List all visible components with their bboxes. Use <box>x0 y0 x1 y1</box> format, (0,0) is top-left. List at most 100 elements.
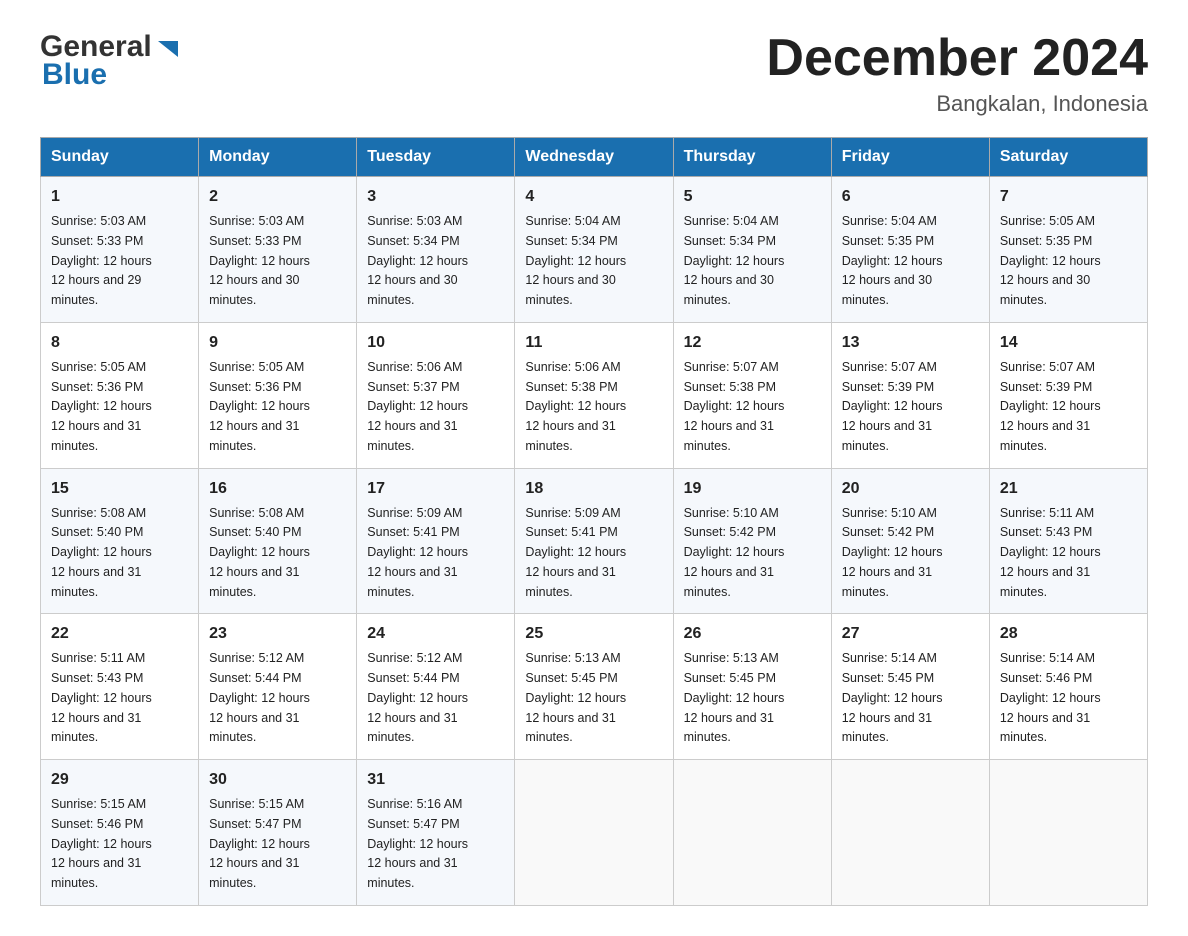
calendar-cell: 18 Sunrise: 5:09 AMSunset: 5:41 PMDaylig… <box>515 468 673 614</box>
day-number: 6 <box>842 185 979 209</box>
day-number: 18 <box>525 477 662 501</box>
day-number: 8 <box>51 331 188 355</box>
day-info: Sunrise: 5:13 AMSunset: 5:45 PMDaylight:… <box>684 651 785 744</box>
column-header-thursday: Thursday <box>673 138 831 177</box>
day-info: Sunrise: 5:04 AMSunset: 5:35 PMDaylight:… <box>842 214 943 307</box>
calendar-cell: 12 Sunrise: 5:07 AMSunset: 5:38 PMDaylig… <box>673 322 831 468</box>
calendar-cell: 21 Sunrise: 5:11 AMSunset: 5:43 PMDaylig… <box>989 468 1147 614</box>
day-info: Sunrise: 5:06 AMSunset: 5:37 PMDaylight:… <box>367 360 468 453</box>
day-number: 10 <box>367 331 504 355</box>
day-number: 20 <box>842 477 979 501</box>
column-header-saturday: Saturday <box>989 138 1147 177</box>
day-number: 1 <box>51 185 188 209</box>
day-number: 17 <box>367 477 504 501</box>
page-header: General Blue December 2024 Bangkalan, In… <box>40 30 1148 117</box>
day-number: 13 <box>842 331 979 355</box>
calendar-cell: 10 Sunrise: 5:06 AMSunset: 5:37 PMDaylig… <box>357 322 515 468</box>
title-area: December 2024 Bangkalan, Indonesia <box>766 30 1148 117</box>
calendar-cell: 31 Sunrise: 5:16 AMSunset: 5:47 PMDaylig… <box>357 760 515 906</box>
calendar-cell: 19 Sunrise: 5:10 AMSunset: 5:42 PMDaylig… <box>673 468 831 614</box>
day-number: 7 <box>1000 185 1137 209</box>
day-number: 26 <box>684 622 821 646</box>
day-number: 31 <box>367 768 504 792</box>
calendar-cell: 16 Sunrise: 5:08 AMSunset: 5:40 PMDaylig… <box>199 468 357 614</box>
day-number: 21 <box>1000 477 1137 501</box>
day-info: Sunrise: 5:06 AMSunset: 5:38 PMDaylight:… <box>525 360 626 453</box>
day-info: Sunrise: 5:12 AMSunset: 5:44 PMDaylight:… <box>367 651 468 744</box>
day-info: Sunrise: 5:05 AMSunset: 5:35 PMDaylight:… <box>1000 214 1101 307</box>
calendar-cell <box>515 760 673 906</box>
column-header-monday: Monday <box>199 138 357 177</box>
day-info: Sunrise: 5:10 AMSunset: 5:42 PMDaylight:… <box>842 506 943 599</box>
day-number: 4 <box>525 185 662 209</box>
day-info: Sunrise: 5:09 AMSunset: 5:41 PMDaylight:… <box>525 506 626 599</box>
logo: General Blue <box>40 30 182 92</box>
day-info: Sunrise: 5:05 AMSunset: 5:36 PMDaylight:… <box>209 360 310 453</box>
calendar-cell: 30 Sunrise: 5:15 AMSunset: 5:47 PMDaylig… <box>199 760 357 906</box>
day-info: Sunrise: 5:05 AMSunset: 5:36 PMDaylight:… <box>51 360 152 453</box>
day-number: 16 <box>209 477 346 501</box>
day-info: Sunrise: 5:11 AMSunset: 5:43 PMDaylight:… <box>1000 506 1101 599</box>
day-info: Sunrise: 5:09 AMSunset: 5:41 PMDaylight:… <box>367 506 468 599</box>
calendar-cell <box>831 760 989 906</box>
calendar-week-row: 29 Sunrise: 5:15 AMSunset: 5:46 PMDaylig… <box>41 760 1148 906</box>
day-number: 2 <box>209 185 346 209</box>
day-info: Sunrise: 5:03 AMSunset: 5:33 PMDaylight:… <box>209 214 310 307</box>
calendar-cell: 27 Sunrise: 5:14 AMSunset: 5:45 PMDaylig… <box>831 614 989 760</box>
calendar-cell: 8 Sunrise: 5:05 AMSunset: 5:36 PMDayligh… <box>41 322 199 468</box>
calendar-cell: 28 Sunrise: 5:14 AMSunset: 5:46 PMDaylig… <box>989 614 1147 760</box>
day-info: Sunrise: 5:07 AMSunset: 5:39 PMDaylight:… <box>842 360 943 453</box>
day-number: 3 <box>367 185 504 209</box>
calendar-week-row: 22 Sunrise: 5:11 AMSunset: 5:43 PMDaylig… <box>41 614 1148 760</box>
calendar-table: SundayMondayTuesdayWednesdayThursdayFrid… <box>40 137 1148 906</box>
calendar-cell: 25 Sunrise: 5:13 AMSunset: 5:45 PMDaylig… <box>515 614 673 760</box>
day-number: 19 <box>684 477 821 501</box>
day-number: 29 <box>51 768 188 792</box>
calendar-cell: 29 Sunrise: 5:15 AMSunset: 5:46 PMDaylig… <box>41 760 199 906</box>
calendar-cell: 6 Sunrise: 5:04 AMSunset: 5:35 PMDayligh… <box>831 177 989 323</box>
day-number: 14 <box>1000 331 1137 355</box>
day-info: Sunrise: 5:15 AMSunset: 5:47 PMDaylight:… <box>209 797 310 890</box>
day-number: 12 <box>684 331 821 355</box>
month-title: December 2024 <box>766 30 1148 87</box>
day-info: Sunrise: 5:15 AMSunset: 5:46 PMDaylight:… <box>51 797 152 890</box>
column-header-sunday: Sunday <box>41 138 199 177</box>
calendar-cell: 2 Sunrise: 5:03 AMSunset: 5:33 PMDayligh… <box>199 177 357 323</box>
calendar-cell <box>989 760 1147 906</box>
calendar-cell: 5 Sunrise: 5:04 AMSunset: 5:34 PMDayligh… <box>673 177 831 323</box>
calendar-cell: 7 Sunrise: 5:05 AMSunset: 5:35 PMDayligh… <box>989 177 1147 323</box>
calendar-cell: 26 Sunrise: 5:13 AMSunset: 5:45 PMDaylig… <box>673 614 831 760</box>
day-number: 24 <box>367 622 504 646</box>
calendar-cell: 22 Sunrise: 5:11 AMSunset: 5:43 PMDaylig… <box>41 614 199 760</box>
day-number: 25 <box>525 622 662 646</box>
day-info: Sunrise: 5:16 AMSunset: 5:47 PMDaylight:… <box>367 797 468 890</box>
day-number: 27 <box>842 622 979 646</box>
calendar-cell: 24 Sunrise: 5:12 AMSunset: 5:44 PMDaylig… <box>357 614 515 760</box>
day-info: Sunrise: 5:11 AMSunset: 5:43 PMDaylight:… <box>51 651 152 744</box>
day-info: Sunrise: 5:08 AMSunset: 5:40 PMDaylight:… <box>51 506 152 599</box>
calendar-cell: 9 Sunrise: 5:05 AMSunset: 5:36 PMDayligh… <box>199 322 357 468</box>
day-info: Sunrise: 5:03 AMSunset: 5:33 PMDaylight:… <box>51 214 152 307</box>
day-info: Sunrise: 5:10 AMSunset: 5:42 PMDaylight:… <box>684 506 785 599</box>
day-info: Sunrise: 5:04 AMSunset: 5:34 PMDaylight:… <box>525 214 626 307</box>
day-info: Sunrise: 5:08 AMSunset: 5:40 PMDaylight:… <box>209 506 310 599</box>
day-info: Sunrise: 5:12 AMSunset: 5:44 PMDaylight:… <box>209 651 310 744</box>
calendar-week-row: 1 Sunrise: 5:03 AMSunset: 5:33 PMDayligh… <box>41 177 1148 323</box>
day-number: 22 <box>51 622 188 646</box>
calendar-cell: 15 Sunrise: 5:08 AMSunset: 5:40 PMDaylig… <box>41 468 199 614</box>
calendar-cell: 20 Sunrise: 5:10 AMSunset: 5:42 PMDaylig… <box>831 468 989 614</box>
day-info: Sunrise: 5:04 AMSunset: 5:34 PMDaylight:… <box>684 214 785 307</box>
day-number: 23 <box>209 622 346 646</box>
location-label: Bangkalan, Indonesia <box>766 91 1148 117</box>
day-number: 9 <box>209 331 346 355</box>
day-info: Sunrise: 5:14 AMSunset: 5:46 PMDaylight:… <box>1000 651 1101 744</box>
day-number: 11 <box>525 331 662 355</box>
logo-triangle-icon <box>154 35 182 63</box>
day-number: 30 <box>209 768 346 792</box>
calendar-cell: 3 Sunrise: 5:03 AMSunset: 5:34 PMDayligh… <box>357 177 515 323</box>
calendar-cell: 14 Sunrise: 5:07 AMSunset: 5:39 PMDaylig… <box>989 322 1147 468</box>
day-number: 15 <box>51 477 188 501</box>
calendar-header-row: SundayMondayTuesdayWednesdayThursdayFrid… <box>41 138 1148 177</box>
day-number: 28 <box>1000 622 1137 646</box>
calendar-cell: 13 Sunrise: 5:07 AMSunset: 5:39 PMDaylig… <box>831 322 989 468</box>
